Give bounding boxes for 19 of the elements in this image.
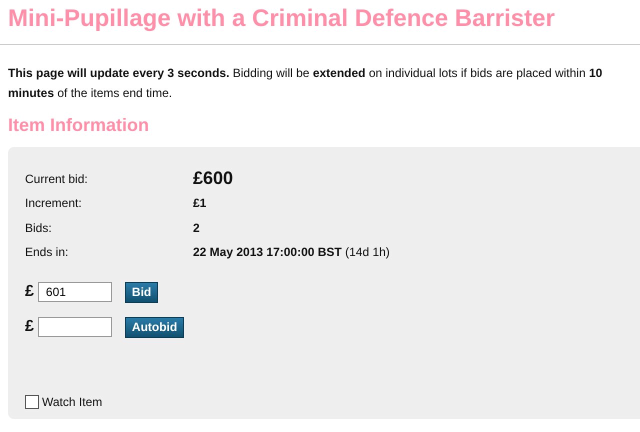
update-notice: This page will update every 3 seconds. Bidding will be extended on individual lots if bids are placed within 10 minutes of the items end time. xyxy=(8,65,604,102)
current-bid-value: £600 xyxy=(193,167,234,190)
detail-value: £1 xyxy=(193,195,206,212)
detail-value: 2 xyxy=(193,220,200,237)
currency-symbol: £ xyxy=(25,282,34,302)
detail-label: Bids: xyxy=(25,220,53,237)
autobid-button[interactable]: Autobid xyxy=(124,316,184,338)
bid-amount-field[interactable]: 601 xyxy=(38,282,112,302)
page-title: Mini-Pupillage with a Criminal Defence Barrister xyxy=(8,4,556,34)
detail-label: Current bid: xyxy=(25,170,89,188)
bid-button[interactable]: Bid xyxy=(124,282,158,303)
autobid-amount-field[interactable] xyxy=(38,317,112,338)
currency-symbol: £ xyxy=(25,317,34,338)
detail-label: Increment: xyxy=(25,195,83,212)
watch-checkbox[interactable] xyxy=(25,394,39,409)
watch-label: Watch Item xyxy=(42,394,102,411)
end-time-value: 22 May 2013 17:00:00 BST (14d 1h) xyxy=(193,244,390,262)
detail-label: Ends in: xyxy=(25,244,70,262)
section-heading: Item Information xyxy=(8,115,150,137)
